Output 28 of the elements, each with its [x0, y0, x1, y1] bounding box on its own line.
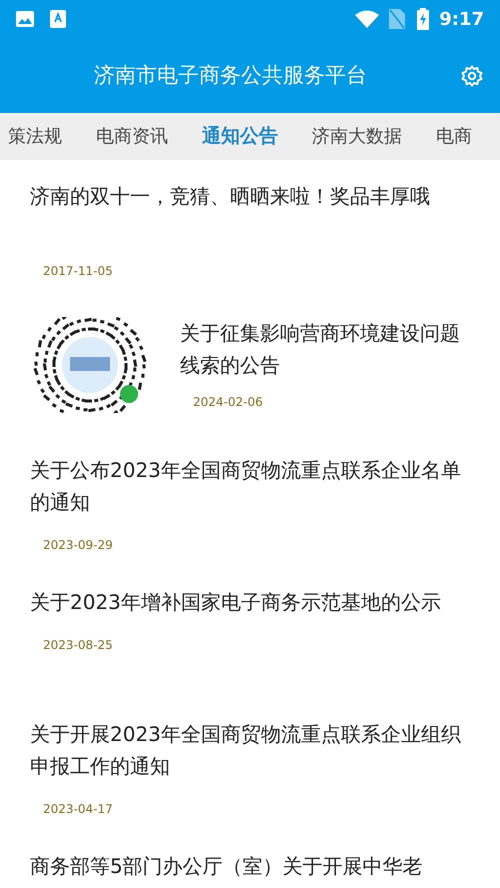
- article-title: 商务部等5部门办公厅（室）关于开展中华老: [30, 853, 424, 880]
- app-title: 济南市电子商务公共服务平台: [94, 62, 367, 89]
- article-item[interactable]: 商务部等5部门办公厅（室）关于开展中华老: [0, 830, 500, 888]
- article-item[interactable]: 关于公布2023年全国商贸物流重点联系企业名单的通知 2023-09-29: [0, 434, 500, 566]
- article-item[interactable]: 济南的双十一，竞猜、晒晒来啦！奖品丰厚哦 2017-11-05: [0, 160, 500, 306]
- article-title: 关于2023年增补国家电子商务示范基地的公示: [30, 589, 442, 616]
- keyboard-icon: [50, 10, 66, 28]
- article-title: 关于公布2023年全国商贸物流重点联系企业名单的通知: [30, 457, 462, 516]
- article-item[interactable]: 关于征集影响营商环境建设问题线索的公告 2024-02-06: [0, 306, 500, 434]
- wifi-icon: [355, 10, 380, 28]
- article-item[interactable]: 关于2023年增补国家电子商务示范基地的公示 2023-08-25: [0, 566, 500, 698]
- article-date: 2024-02-06: [193, 395, 263, 409]
- category-tab[interactable]: 策法规: [8, 123, 62, 150]
- category-tab[interactable]: 电商资讯: [96, 123, 168, 150]
- article-title: 关于开展2023年全国商贸物流重点联系企业组织申报工作的通知: [30, 721, 462, 780]
- status-time: 9:17: [439, 8, 484, 32]
- article-title: 济南的双十一，竞猜、晒晒来啦！奖品丰厚哦: [30, 183, 431, 210]
- image-icon: [16, 11, 34, 27]
- article-date: 2023-08-25: [43, 638, 113, 652]
- article-title: 关于征集影响营商环境建设问题线索的公告: [180, 320, 461, 379]
- battery-charging-icon: [417, 8, 430, 30]
- article-date: 2017-11-05: [43, 264, 113, 278]
- article-item[interactable]: 关于开展2023年全国商贸物流重点联系企业组织申报工作的通知 2023-04-17: [0, 698, 500, 830]
- article-date: 2023-04-17: [43, 802, 113, 816]
- category-tab[interactable]: 济南大数据: [312, 123, 402, 150]
- category-tab[interactable]: 电商: [436, 123, 472, 150]
- no-sim-icon: [389, 9, 406, 29]
- article-date: 2023-09-29: [43, 538, 113, 552]
